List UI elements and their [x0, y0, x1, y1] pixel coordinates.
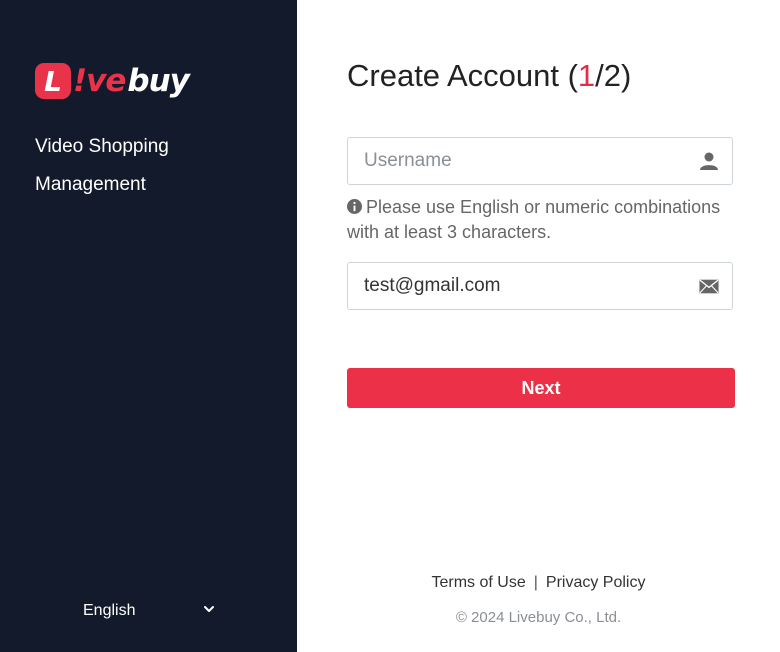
step-indicator: (1/2): [567, 58, 632, 93]
info-icon: [347, 196, 362, 214]
language-label: English: [83, 602, 136, 619]
footer-links: Terms of Use | Privacy Policy: [297, 574, 780, 592]
page-title: Create Account (1/2): [347, 58, 631, 94]
copyright: © 2024 Livebuy Co., Ltd.: [455, 609, 622, 626]
language-selector[interactable]: English: [83, 598, 215, 624]
step-total: 2: [603, 58, 622, 93]
terms-link[interactable]: Terms of Use: [432, 574, 526, 591]
privacy-link[interactable]: Privacy Policy: [546, 574, 646, 591]
sidebar: L !ve buy Video Shopping Management Engl…: [0, 0, 297, 652]
step-current: 1: [577, 58, 596, 93]
email-input[interactable]: [348, 275, 698, 297]
logo-ive: !ve: [73, 63, 126, 99]
username-hint: Please use English or numeric combinatio…: [347, 195, 737, 245]
username-input[interactable]: [348, 150, 698, 172]
username-field: [347, 137, 733, 185]
user-icon: [698, 150, 720, 172]
hint-text: Please use English or numeric combinatio…: [347, 197, 721, 242]
logo-badge: L: [35, 63, 71, 99]
email-field: [347, 262, 733, 310]
footer-separator: |: [533, 574, 538, 591]
envelope-icon: [698, 275, 720, 297]
next-button[interactable]: Next: [347, 368, 735, 408]
brand-tagline: Video Shopping Management: [35, 136, 169, 195]
title-text: Create Account: [347, 58, 559, 93]
chevron-down-icon: [203, 602, 215, 620]
livebuy-logo: L !ve buy: [35, 62, 190, 100]
main-panel: Create Account (1/2) Please use English …: [297, 0, 780, 652]
logo-buy: buy: [127, 63, 189, 99]
